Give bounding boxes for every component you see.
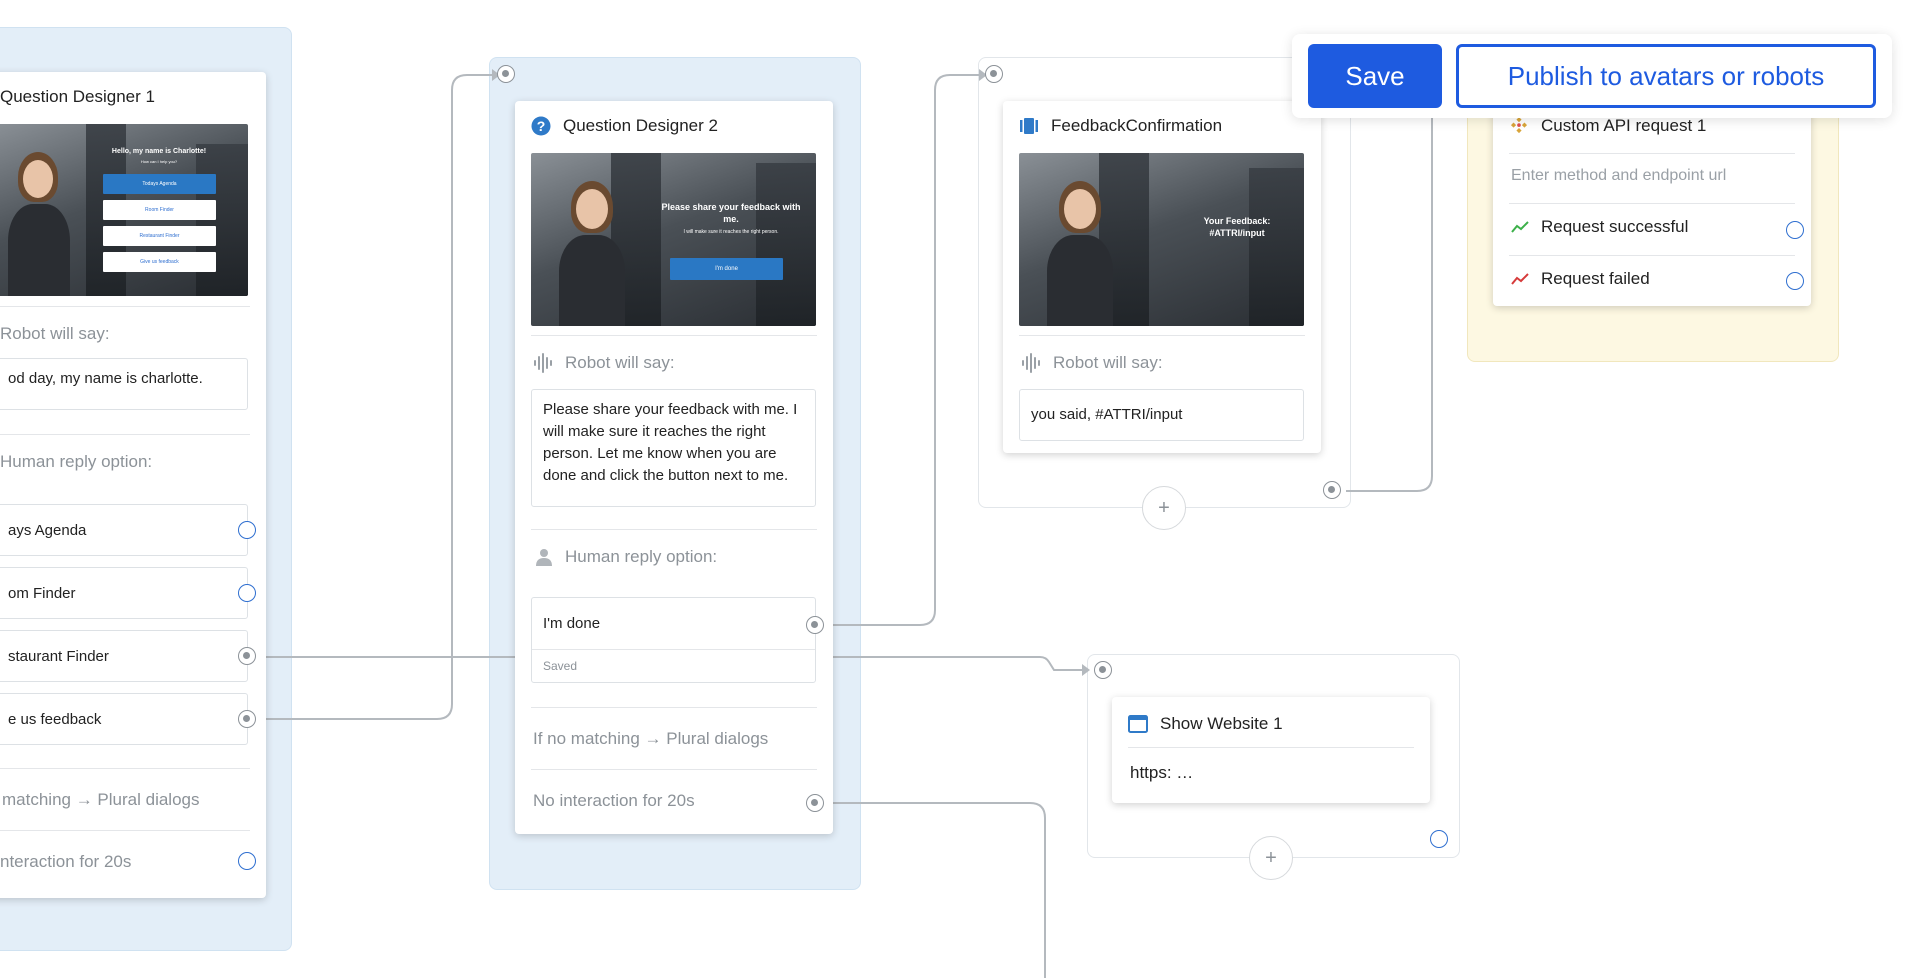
divider	[531, 335, 817, 336]
save-button[interactable]: Save	[1308, 44, 1442, 108]
soundwave-icon	[1021, 353, 1041, 373]
divider	[1509, 203, 1795, 204]
human-reply-label: Human reply option:	[535, 547, 717, 567]
endpoint-url-input[interactable]: Enter method and endpoint url	[1511, 167, 1726, 185]
plus-icon: +	[1158, 496, 1170, 519]
divider	[0, 768, 250, 769]
preview-subheading: How can I help you?	[140, 159, 178, 164]
plus-icon: +	[1265, 846, 1277, 869]
add-node-button[interactable]: +	[1142, 486, 1186, 530]
preview-heading: Please share your feedback with me.	[661, 202, 801, 224]
divider	[1509, 255, 1795, 256]
node-custom-api-request[interactable]: Custom API request 1 Enter method and en…	[1493, 101, 1811, 306]
node-title: FeedbackConfirmation	[1003, 101, 1321, 151]
node-feedback-confirmation[interactable]: FeedbackConfirmation Your Feedback: #ATT…	[1003, 101, 1321, 453]
robot-will-say-label: Robot will say:	[1021, 353, 1163, 373]
robot-text-field[interactable]: you said, #ATTRI/input	[1019, 389, 1304, 441]
avatar-preview-image: Please share your feedback with me. I wi…	[531, 153, 816, 326]
divider	[531, 707, 817, 708]
svg-text:?: ?	[537, 118, 546, 134]
divider	[1509, 153, 1795, 154]
no-match-label: matching → Plural dialogs	[2, 790, 200, 809]
divider	[0, 830, 250, 831]
robot-text-field[interactable]: Please share your feedback with me. I wi…	[531, 389, 816, 507]
node-title: Question Designer 1	[0, 87, 155, 106]
trend-up-icon	[1511, 220, 1529, 234]
message-card-icon	[1019, 116, 1039, 136]
output-port[interactable]	[238, 584, 256, 602]
website-url-field[interactable]: https: …	[1130, 763, 1193, 783]
no-interaction-label: No interaction for 20s	[533, 791, 695, 810]
add-node-button[interactable]: +	[1249, 836, 1293, 880]
output-port-connected[interactable]	[806, 794, 824, 812]
output-port[interactable]	[1786, 221, 1804, 239]
flow-canvas[interactable]: Question Designer 1 Hello, my name is Ch…	[0, 0, 1916, 978]
question-icon: ?	[531, 116, 551, 136]
output-port[interactable]	[238, 521, 256, 539]
api-icon	[1509, 116, 1529, 136]
no-match-label: If no matching → Plural dialogs	[533, 729, 769, 748]
output-port-connected[interactable]	[806, 616, 824, 634]
reply-option[interactable]: staurant Finder	[0, 630, 248, 682]
reply-option[interactable]: ays Agenda	[0, 504, 248, 556]
input-port[interactable]	[1094, 661, 1112, 679]
preview-heading: Hello, my name is Charlotte!	[111, 148, 207, 155]
robot-will-say-label: Robot will say:	[533, 353, 675, 373]
preview-subheading: I will make sure it reaches the right pe…	[683, 229, 779, 235]
node-question-designer-2[interactable]: ? Question Designer 2 Please share your …	[515, 101, 833, 834]
reply-option[interactable]: e us feedback	[0, 693, 248, 745]
preview-button: Restaurant Finder	[103, 226, 216, 246]
node-title: Show Website 1	[1112, 697, 1430, 751]
output-port-connected[interactable]	[238, 710, 256, 728]
divider	[1019, 335, 1305, 336]
preview-button: Todays Agenda	[103, 174, 216, 194]
node-question-designer-1[interactable]: Question Designer 1 Hello, my name is Ch…	[0, 72, 266, 898]
soundwave-icon	[533, 353, 553, 373]
output-port-connected[interactable]	[238, 647, 256, 665]
divider	[531, 529, 817, 530]
saved-status: Saved	[543, 659, 578, 673]
input-port[interactable]	[497, 65, 515, 83]
output-port[interactable]	[1430, 830, 1448, 848]
request-failed-output: Request failed	[1511, 269, 1650, 289]
browser-window-icon	[1128, 714, 1148, 734]
request-successful-output: Request successful	[1511, 217, 1688, 237]
output-port-connected[interactable]	[1323, 481, 1341, 499]
divider	[0, 434, 250, 435]
robot-text-field[interactable]: od day, my name is charlotte.	[0, 358, 248, 410]
trend-down-icon	[1511, 272, 1529, 286]
avatar-preview-image: Hello, my name is Charlotte! How can I h…	[0, 124, 248, 296]
node-show-website[interactable]: Show Website 1 https: …	[1112, 697, 1430, 803]
reply-option-text: I'm done	[532, 598, 815, 650]
divider	[1128, 747, 1414, 748]
no-interaction-label: nteraction for 20s	[0, 852, 132, 871]
reply-option[interactable]: I'm done Saved	[531, 597, 816, 683]
preview-button: I'm done	[670, 258, 783, 280]
input-port[interactable]	[985, 65, 1003, 83]
robot-will-say-label: Robot will say:	[0, 324, 110, 343]
divider	[0, 306, 250, 307]
avatar-preview-image: Your Feedback: #ATTRI/input	[1019, 153, 1304, 326]
human-reply-label: Human reply option:	[0, 452, 153, 471]
preview-button: Room Finder	[103, 200, 216, 220]
output-port[interactable]	[238, 852, 256, 870]
divider	[531, 769, 817, 770]
publish-button[interactable]: Publish to avatars or robots	[1456, 44, 1876, 108]
node-title: ? Question Designer 2	[515, 101, 833, 151]
person-icon	[535, 548, 553, 566]
preview-heading: Your Feedback: #ATTRI/input	[1203, 216, 1271, 238]
preview-button: Give us feedback	[103, 252, 216, 272]
output-port[interactable]	[1786, 272, 1804, 290]
reply-option[interactable]: om Finder	[0, 567, 248, 619]
